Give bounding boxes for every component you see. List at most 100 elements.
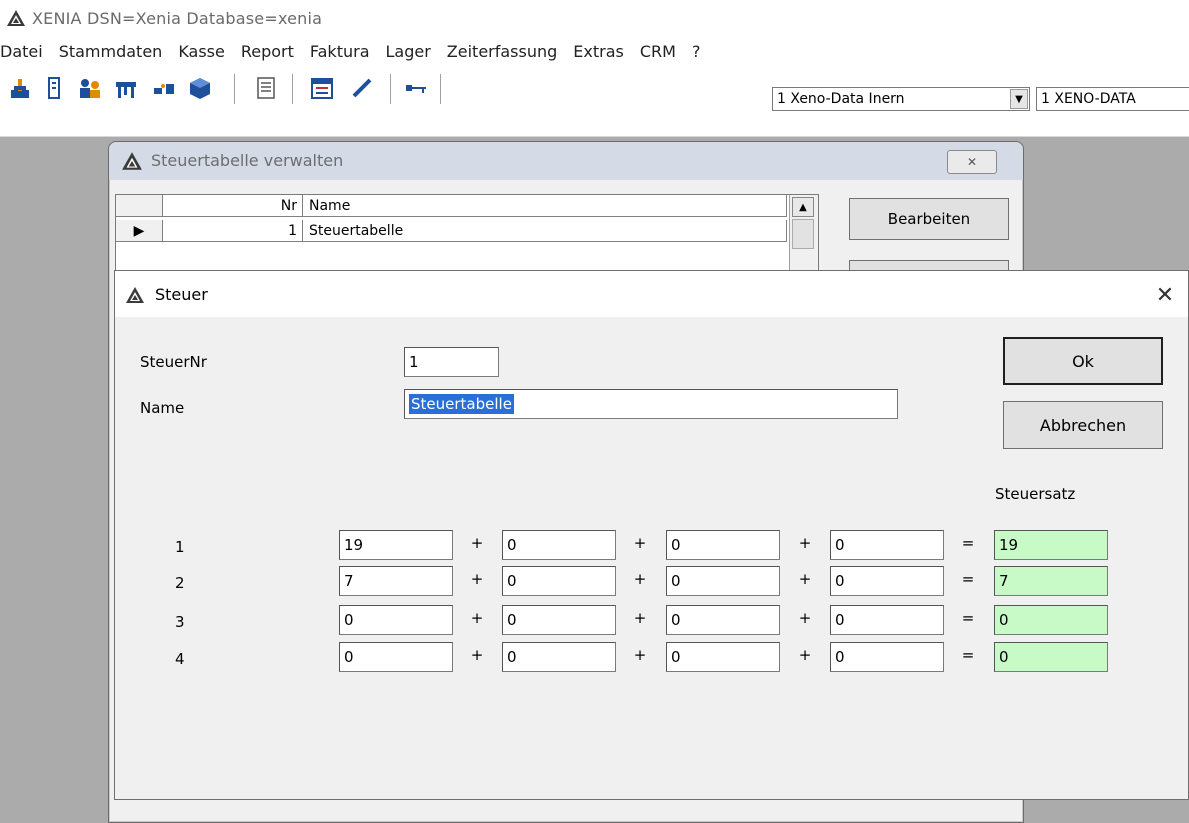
rate-b-value: 0 (507, 648, 517, 666)
steuersatz-field: 0 (994, 605, 1108, 635)
chevron-down-icon[interactable]: ▼ (1010, 89, 1028, 109)
menu-report[interactable]: Report (233, 42, 302, 61)
steuer-title: Steuer (155, 285, 208, 304)
rate-a-field[interactable]: 19 (339, 530, 453, 560)
steuer-titlebar: Steuer ✕ (115, 271, 1188, 317)
rate-c-value: 0 (671, 536, 681, 554)
ok-button[interactable]: Ok (1003, 337, 1163, 385)
steuernr-value: 1 (409, 353, 419, 371)
steuertabelle-titlebar: Steuertabelle verwalten ✕ (109, 142, 1023, 180)
rate-a-field[interactable]: 0 (339, 642, 453, 672)
column-header-nr[interactable]: Nr (163, 195, 303, 217)
rate-c-value: 0 (671, 648, 681, 666)
rate-b-field[interactable]: 0 (502, 605, 616, 635)
list-icon[interactable] (254, 76, 278, 100)
toolbar-separator (234, 74, 236, 104)
rate-d-value: 0 (835, 648, 845, 666)
box-icon[interactable] (188, 76, 212, 100)
table-row[interactable]: ▶ 1 Steuertabelle (116, 220, 787, 242)
menu-help[interactable]: ? (684, 42, 709, 61)
steuernr-field[interactable]: 1 (404, 347, 499, 377)
row-pointer-icon: ▶ (116, 220, 163, 242)
close-icon[interactable]: ✕ (947, 150, 997, 174)
rate-c-field[interactable]: 0 (666, 566, 780, 596)
rate-c-field[interactable]: 0 (666, 605, 780, 635)
abbrechen-button[interactable]: Abbrechen (1003, 401, 1163, 449)
plus-sign: + (470, 646, 484, 664)
rate-b-value: 0 (507, 572, 517, 590)
customers-icon[interactable] (78, 76, 102, 100)
menu-lager[interactable]: Lager (378, 42, 439, 61)
menu-zeiterfassung[interactable]: Zeiterfassung (439, 42, 566, 61)
key-icon[interactable] (404, 76, 428, 100)
company-name-value: 1 XENO-DATA (1041, 91, 1136, 107)
equals-sign: = (961, 570, 975, 588)
rate-c-field[interactable]: 0 (666, 642, 780, 672)
rate-b-field[interactable]: 0 (502, 566, 616, 596)
rate-b-field[interactable]: 0 (502, 530, 616, 560)
xenia-logo-icon (122, 152, 142, 170)
rate-d-value: 0 (835, 536, 845, 554)
rate-b-field[interactable]: 0 (502, 642, 616, 672)
steuersatz-value: 19 (999, 536, 1019, 554)
app-title: XENIA DSN=Xenia Database=xenia (32, 8, 323, 28)
toolbar-separator (440, 74, 442, 104)
close-icon[interactable]: ✕ (1150, 281, 1180, 309)
menu-datei[interactable]: Datei (0, 42, 51, 61)
pen-icon[interactable] (350, 76, 374, 100)
steuertabelle-grid: Nr Name ▶ 1 Steuertabelle ▲ (115, 194, 819, 276)
plus-sign: + (798, 646, 812, 664)
menu-crm[interactable]: CRM (632, 42, 684, 61)
rate-d-field[interactable]: 0 (830, 530, 944, 560)
name-field[interactable]: Steuertabelle (404, 389, 898, 419)
row-nr[interactable]: 1 (163, 220, 303, 242)
menu-kasse[interactable]: Kasse (170, 42, 233, 61)
column-header-name[interactable]: Name (303, 195, 787, 217)
plus-sign: + (470, 609, 484, 627)
menu-extras[interactable]: Extras (565, 42, 632, 61)
name-label: Name (140, 399, 185, 417)
rate-a-field[interactable]: 0 (339, 605, 453, 635)
scroll-thumb[interactable] (792, 219, 814, 249)
table-icon[interactable] (114, 76, 138, 100)
menu-stammdaten[interactable]: Stammdaten (51, 42, 171, 61)
tax-row-label: 2 (175, 574, 185, 592)
grid-scrollbar[interactable]: ▲ (789, 195, 818, 273)
rate-d-field[interactable]: 0 (830, 566, 944, 596)
cash-register-icon[interactable] (8, 76, 32, 100)
equals-sign: = (961, 609, 975, 627)
toolbar-separator (292, 74, 294, 104)
bearbeiten-label: Bearbeiten (887, 210, 971, 228)
steuersatz-header: Steuersatz (995, 485, 1076, 503)
rate-c-value: 0 (671, 572, 681, 590)
rate-d-field[interactable]: 0 (830, 642, 944, 672)
plus-sign: + (633, 646, 647, 664)
rate-a-field[interactable]: 7 (339, 566, 453, 596)
menu-faktura[interactable]: Faktura (302, 42, 378, 61)
rate-a-value: 19 (344, 536, 364, 554)
company-name-field[interactable]: 1 XENO-DATA (1036, 87, 1189, 111)
rate-d-field[interactable]: 0 (830, 605, 944, 635)
scroll-up-icon[interactable]: ▲ (792, 197, 814, 217)
plus-sign: + (798, 609, 812, 627)
tax-row-label: 1 (175, 538, 185, 556)
tools-icon[interactable] (152, 76, 176, 100)
plus-sign: + (633, 570, 647, 588)
app-titlebar: XENIA DSN=Xenia Database=xenia (0, 0, 1189, 36)
rate-d-value: 0 (835, 611, 845, 629)
company-combo[interactable]: 1 Xeno-Data Inern ▼ (772, 87, 1030, 111)
steuersatz-value: 0 (999, 611, 1009, 629)
equals-sign: = (961, 534, 975, 552)
tax-row-label: 3 (175, 613, 185, 631)
company-combo-value: 1 Xeno-Data Inern (777, 91, 905, 107)
plus-sign: + (470, 570, 484, 588)
calendar-icon[interactable] (310, 76, 334, 100)
name-value: Steuertabelle (409, 394, 514, 414)
rate-b-value: 0 (507, 611, 517, 629)
document-icon[interactable] (42, 76, 66, 100)
grid-header: Nr Name (116, 195, 787, 217)
bearbeiten-button[interactable]: Bearbeiten (849, 198, 1009, 240)
row-name[interactable]: Steuertabelle (303, 220, 787, 242)
toolbar: 1 Xeno-Data Inern ▼ 1 XENO-DATA (0, 66, 1189, 137)
rate-c-field[interactable]: 0 (666, 530, 780, 560)
